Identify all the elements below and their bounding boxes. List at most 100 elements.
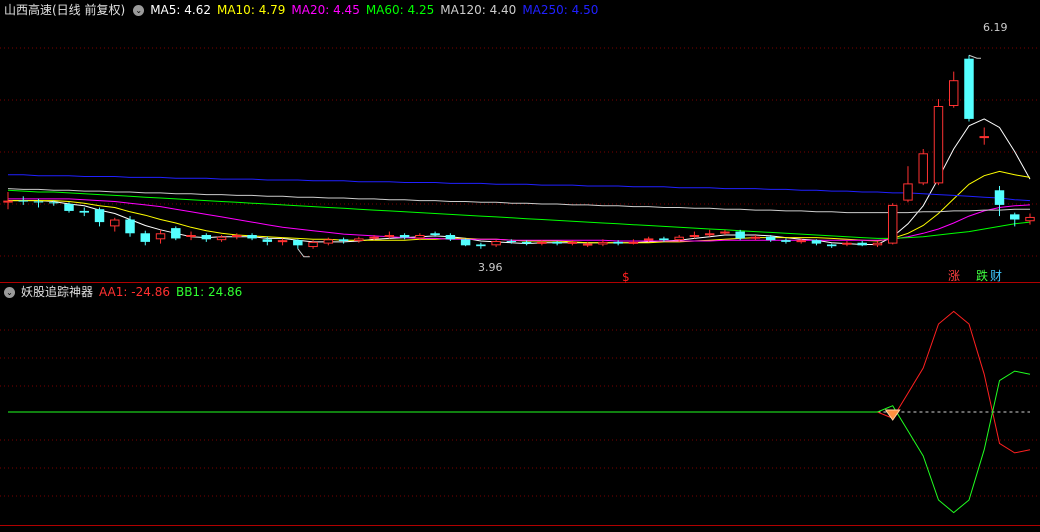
candle-body [476,244,486,247]
candle [949,71,959,108]
dollar-marker: $ [622,270,630,284]
signal-marker [884,409,901,421]
candle-body [674,236,684,241]
candle [155,229,166,244]
candle-body [445,235,456,240]
candle [811,239,822,246]
candle [857,241,867,247]
candle-body [781,240,791,242]
ma-line-ma5 [8,118,1031,245]
candle-body [338,239,349,242]
candle-body [521,241,532,244]
candle-body [918,153,928,184]
candle-body [506,241,517,243]
candle-body [720,231,730,234]
candle [460,238,471,247]
candle [720,229,730,235]
candle-body [247,235,257,239]
bb1-legend: BB1: 24.86 [175,285,243,299]
candle [384,231,395,239]
candle-body [491,241,501,246]
candle-body [232,235,242,237]
candle-body [369,236,379,239]
candle [171,226,181,241]
candle [491,240,501,248]
candle-body [399,235,410,238]
candle-body [384,235,395,237]
candle-body [49,202,59,204]
settings-circle-icon[interactable]: ⌄ [4,286,15,298]
indicator-line-aa1 [8,310,1031,454]
stock-title: 山西高速(日线 前复权) [4,3,126,17]
candle [3,192,13,210]
die-marker: 跌 [976,268,988,283]
candle [704,229,715,237]
candle-body [689,235,700,237]
candle-body [537,241,547,244]
candle-body [460,239,471,246]
candle-body [826,244,837,247]
candle-body [750,236,761,239]
candle-body [933,106,944,184]
candle-body [735,231,745,239]
candle [323,237,334,246]
candle [110,217,120,232]
aa1-legend: AA1: -24.86 [99,285,170,299]
candle [842,241,852,247]
candle-body [765,236,776,241]
sub-chart-header: ⌄ 妖股追踪神器 AA1: -24.86 BB1: 24.86 [4,284,248,300]
candle-body [857,242,867,246]
high-price-label: 6.19 [983,21,1008,34]
candle-body [277,240,288,243]
candle [476,242,486,249]
ma20-legend: MA20: 4.45 [291,3,360,17]
high-pointer [968,54,981,59]
candle-body [613,241,623,244]
candle-body [155,233,166,240]
candle-body [33,201,44,203]
candle [399,233,410,240]
ma10-legend: MA10: 4.79 [216,3,286,17]
candle-body [18,200,28,202]
zhang-marker: 涨 [948,268,960,283]
candle-body [201,235,212,240]
candle [1025,213,1035,225]
candle-body [659,238,669,241]
candle-body [140,233,151,242]
ma60-legend: MA60: 4.25 [365,3,435,17]
candle [979,127,989,145]
candle-body [903,183,913,201]
candle [887,203,898,245]
candle [216,235,227,242]
candle [781,238,791,244]
candle [567,240,578,246]
candle-body [887,204,898,244]
candle-body [323,239,334,244]
candle [293,239,303,249]
main-candles [3,55,1035,249]
candle-body [354,238,364,242]
candle [18,196,28,205]
candle-body [643,238,654,241]
candle [201,233,212,242]
candle-body [796,240,806,243]
settings-circle-icon[interactable]: ⌄ [133,4,145,16]
candle [628,239,639,245]
candle-body [979,136,989,139]
candle-body [171,228,181,239]
candle [750,235,761,241]
candle-body [872,242,883,246]
candle-body [949,80,959,106]
candle [826,243,837,248]
candle-body [262,239,273,242]
candle-body [293,240,303,246]
candle-body [628,241,639,244]
candle [445,233,456,242]
candle-body [1025,216,1035,222]
candle [354,236,364,243]
candle [903,166,913,203]
ma-line-ma60 [7,189,1031,239]
indicator-title: 妖股追踪神器 [21,285,94,299]
candle [79,207,89,217]
candle-body [64,204,74,211]
